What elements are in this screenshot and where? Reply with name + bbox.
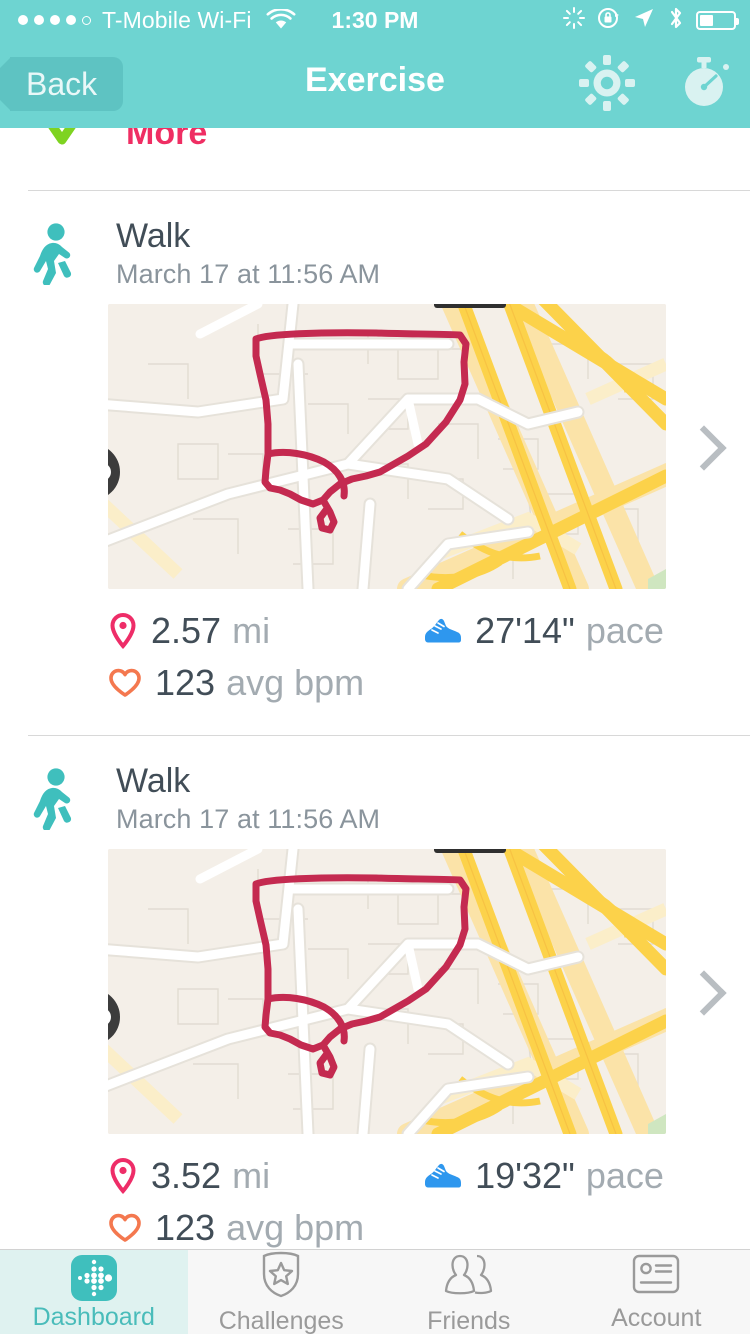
tab-label-friends: Friends xyxy=(427,1309,510,1334)
route-map[interactable] xyxy=(108,849,666,1134)
stats-line-2: 123 avg bpm xyxy=(108,657,708,709)
stat-distance: 3.52 mi xyxy=(108,1155,270,1197)
heart-rate-value: 123 xyxy=(155,662,215,704)
exercise-stats: 2.57 mi 27'14" pace xyxy=(108,605,708,709)
heart-icon xyxy=(108,667,142,699)
exercise-card[interactable]: Walk March 17 at 11:56 AM xyxy=(0,736,750,1250)
navigation-bar: Back Exercise xyxy=(0,40,750,128)
running-shoe-icon xyxy=(422,1160,462,1192)
exercise-header: Walk March 17 at 11:56 AM xyxy=(0,762,750,835)
exercise-header: Walk March 17 at 11:56 AM xyxy=(0,217,750,290)
fitbit-dots-logo-icon xyxy=(71,1255,117,1301)
pace-unit: pace xyxy=(586,610,664,652)
running-shoe-icon xyxy=(422,615,462,647)
exercise-date: March 17 at 11:56 AM xyxy=(116,259,380,290)
exercise-title: Walk xyxy=(116,762,380,800)
more-label: More xyxy=(126,128,207,153)
pace-value: 27'14" xyxy=(475,610,575,652)
two-people-icon xyxy=(442,1250,496,1305)
map-pin-icon xyxy=(108,1157,138,1195)
walking-person-icon xyxy=(30,768,78,835)
route-map[interactable] xyxy=(108,304,666,589)
tab-account[interactable]: Account xyxy=(563,1250,750,1334)
stat-distance: 2.57 mi xyxy=(108,610,270,652)
shield-star-icon xyxy=(258,1250,304,1305)
green-chevron-icon xyxy=(30,128,94,163)
pace-value: 19'32" xyxy=(475,1155,575,1197)
distance-value: 2.57 xyxy=(151,610,221,652)
stat-pace: 19'32" pace xyxy=(422,1155,664,1197)
stat-heart-rate: 123 avg bpm xyxy=(108,1207,364,1249)
tab-dashboard[interactable]: Dashboard xyxy=(0,1250,188,1334)
distance-unit: mi xyxy=(232,610,270,652)
more-row-partial[interactable]: More xyxy=(0,128,750,190)
id-card-icon xyxy=(631,1253,681,1302)
stats-line-1: 3.52 mi 19'32" pace xyxy=(108,1150,708,1202)
stopwatch-icon[interactable] xyxy=(678,54,734,117)
tab-challenges[interactable]: Challenges xyxy=(188,1250,376,1334)
stats-line-2: 123 avg bpm xyxy=(108,1202,708,1250)
exercise-title: Walk xyxy=(116,217,380,255)
heart-rate-unit: avg bpm xyxy=(226,1207,364,1249)
tab-label-account: Account xyxy=(611,1306,701,1331)
heart-rate-unit: avg bpm xyxy=(226,662,364,704)
distance-unit: mi xyxy=(232,1155,270,1197)
tab-bar: Dashboard Challenges Friends xyxy=(0,1249,750,1334)
exercise-stats: 3.52 mi 19'32" pace xyxy=(108,1150,708,1250)
exercise-title-block: Walk March 17 at 11:56 AM xyxy=(116,762,380,835)
pace-unit: pace xyxy=(586,1155,664,1197)
heart-rate-value: 123 xyxy=(155,1207,215,1249)
exercise-date: March 17 at 11:56 AM xyxy=(116,804,380,835)
gear-icon[interactable] xyxy=(578,54,636,117)
chevron-right-icon[interactable] xyxy=(681,425,726,470)
app-screen: T-Mobile Wi-Fi 1:30 PM Back E xyxy=(0,0,750,1334)
stats-line-1: 2.57 mi 27'14" pace xyxy=(108,605,708,657)
stat-pace: 27'14" pace xyxy=(422,610,664,652)
exercise-card[interactable]: Walk March 17 at 11:56 AM xyxy=(0,191,750,709)
tab-label-dashboard: Dashboard xyxy=(33,1305,155,1330)
status-bar-time: 1:30 PM xyxy=(0,7,750,34)
exercise-map-row[interactable] xyxy=(0,304,750,589)
exercise-map-row[interactable] xyxy=(0,849,750,1134)
walking-person-icon xyxy=(30,223,78,290)
exercise-list[interactable]: More Walk March 17 at 11:56 AM xyxy=(0,128,750,1250)
exercise-title-block: Walk March 17 at 11:56 AM xyxy=(116,217,380,290)
chevron-right-icon[interactable] xyxy=(681,971,726,1016)
tab-label-challenges: Challenges xyxy=(219,1309,344,1334)
heart-icon xyxy=(108,1212,142,1244)
battery-icon xyxy=(696,11,736,30)
map-pin-icon xyxy=(108,612,138,650)
status-bar: T-Mobile Wi-Fi 1:30 PM xyxy=(0,0,750,40)
distance-value: 3.52 xyxy=(151,1155,221,1197)
tab-friends[interactable]: Friends xyxy=(375,1250,563,1334)
stat-heart-rate: 123 avg bpm xyxy=(108,662,364,704)
navbar-actions xyxy=(578,54,734,117)
